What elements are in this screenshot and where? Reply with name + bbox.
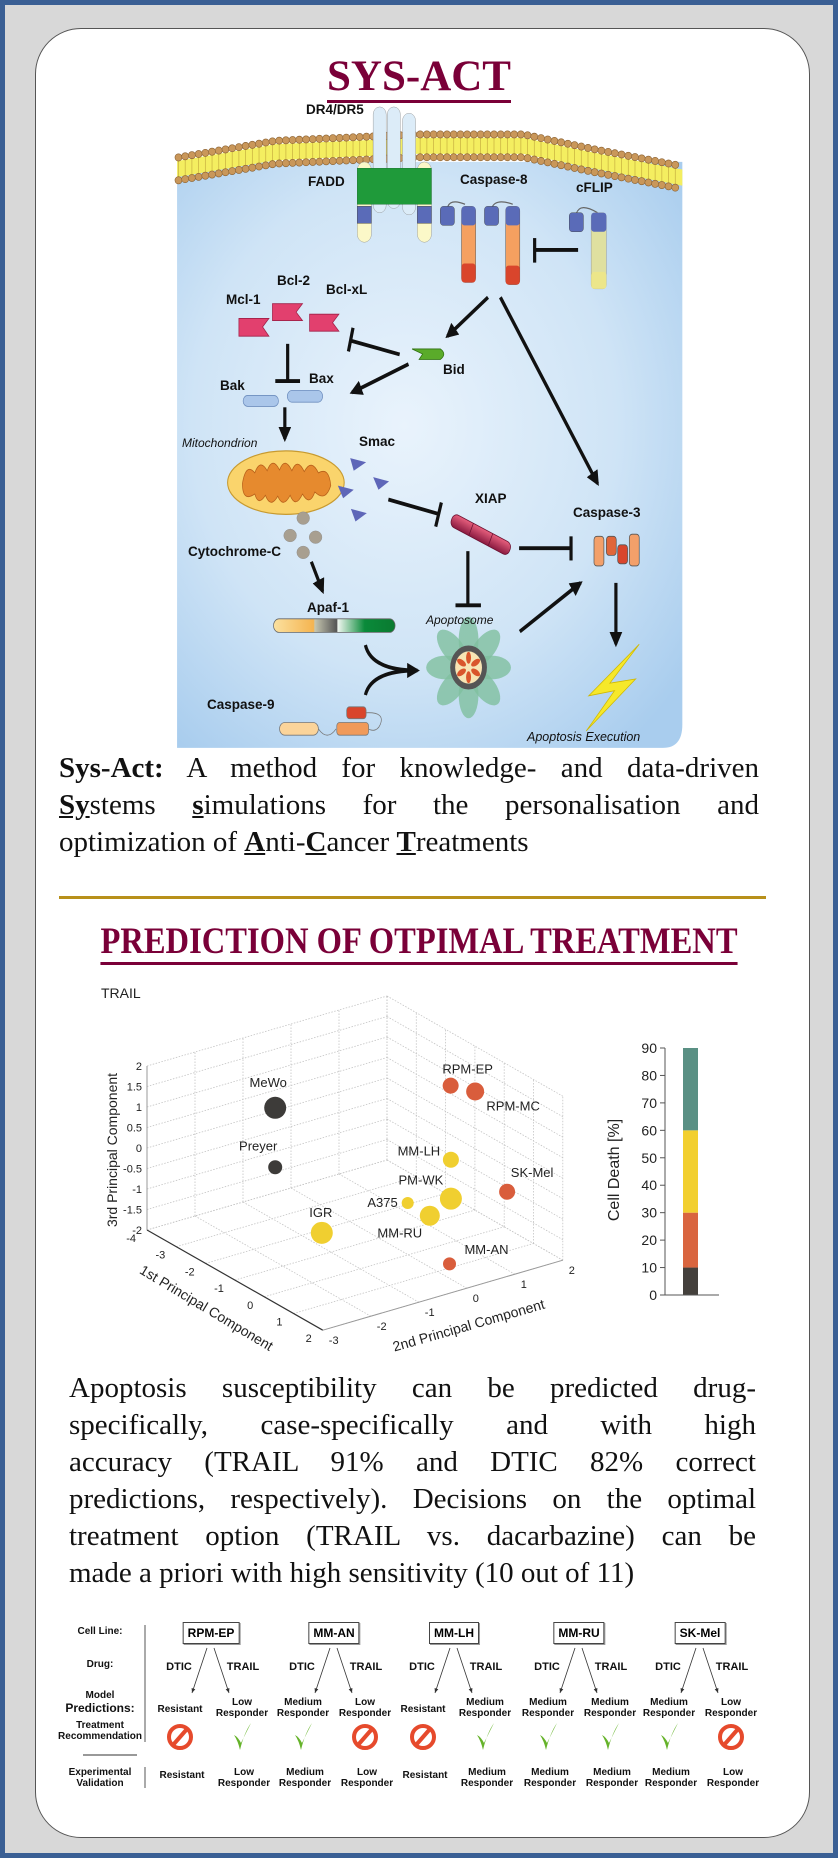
drug-label: TRAIL xyxy=(715,1661,749,1673)
experimental-result: Responder xyxy=(585,1778,639,1789)
arrowhead xyxy=(468,1688,473,1693)
cell-line-box: SK-Mel xyxy=(674,1622,726,1644)
model-prediction: Low xyxy=(721,1697,741,1708)
experimental-result: Medium xyxy=(286,1767,324,1778)
arrowhead xyxy=(434,1688,439,1693)
drug-arrow xyxy=(680,1647,697,1694)
experimental-result: Medium xyxy=(593,1767,631,1778)
drug-arrow xyxy=(314,1647,331,1694)
check-icon xyxy=(477,1723,494,1750)
row-label-cell-line: Cell Line: xyxy=(77,1626,123,1637)
experimental-result: Medium xyxy=(531,1767,569,1778)
row-label-treatment: Treatment xyxy=(76,1720,124,1731)
model-prediction: Responder xyxy=(642,1708,696,1719)
model-prediction: Responder xyxy=(215,1708,269,1719)
drug-arrow xyxy=(191,1647,208,1694)
drug-label: TRAIL xyxy=(226,1661,260,1673)
row-label-drug: Drug: xyxy=(86,1659,114,1670)
experimental-result: Responder xyxy=(706,1778,760,1789)
drug-label: TRAIL xyxy=(349,1661,383,1673)
experimental-result: Responder xyxy=(217,1778,271,1789)
model-prediction: Responder xyxy=(276,1708,330,1719)
experimental-result: Low xyxy=(723,1767,743,1778)
row-label-recommendation: Recommendation xyxy=(58,1731,142,1742)
model-prediction: Responder xyxy=(583,1708,637,1719)
cell-line-box: MM-AN xyxy=(308,1622,360,1644)
drug-label: TRAIL xyxy=(594,1661,628,1673)
model-prediction: Medium xyxy=(466,1697,504,1708)
model-prediction: Responder xyxy=(704,1708,758,1719)
row-label-model: Model xyxy=(85,1690,115,1701)
model-prediction: Responder xyxy=(458,1708,512,1719)
model-prediction: Medium xyxy=(284,1697,322,1708)
check-icon xyxy=(234,1723,251,1750)
check-icon xyxy=(602,1723,619,1750)
drug-arrow xyxy=(559,1647,576,1694)
arrowhead xyxy=(348,1688,353,1693)
cell-line-box: MM-RU xyxy=(553,1622,605,1644)
arrowhead xyxy=(559,1688,564,1693)
cell-line-box: MM-LH xyxy=(429,1622,479,1644)
row-label-experimental: Experimental xyxy=(68,1767,132,1778)
experimental-result: Medium xyxy=(468,1767,506,1778)
cell-line-box: RPM-EP xyxy=(182,1622,240,1644)
model-prediction: Resistant xyxy=(400,1704,446,1715)
drug-label: TRAIL xyxy=(469,1661,503,1673)
model-prediction: Resistant xyxy=(157,1704,203,1715)
experimental-result: Responder xyxy=(340,1778,394,1789)
model-prediction: Low xyxy=(355,1697,375,1708)
arrowhead xyxy=(314,1688,319,1693)
arrowhead xyxy=(225,1688,230,1693)
experimental-result: Resistant xyxy=(402,1770,448,1781)
prohibited-icon xyxy=(167,1724,193,1750)
experimental-result: Responder xyxy=(644,1778,698,1789)
drug-label: DTIC xyxy=(655,1661,681,1673)
check-icon xyxy=(661,1723,678,1750)
model-prediction: Medium xyxy=(591,1697,629,1708)
diagram-lines xyxy=(83,1625,744,1788)
arrowhead xyxy=(191,1688,196,1693)
arrowhead xyxy=(593,1688,598,1693)
model-prediction: Responder xyxy=(521,1708,575,1719)
row-label-validation: Validation xyxy=(76,1778,124,1789)
experimental-result: Responder xyxy=(523,1778,577,1789)
drug-label: DTIC xyxy=(534,1661,560,1673)
arrowhead xyxy=(680,1688,685,1693)
drug-arrow xyxy=(434,1647,451,1694)
validation-diagram: Cell Line: Drug: Model Predictions: Treatmen… xyxy=(0,0,838,1858)
experimental-result: Low xyxy=(357,1767,377,1778)
prohibited-icon xyxy=(410,1724,436,1750)
experimental-result: Responder xyxy=(460,1778,514,1789)
experimental-result: Medium xyxy=(652,1767,690,1778)
prohibited-icon xyxy=(352,1724,378,1750)
drug-label: DTIC xyxy=(409,1661,435,1673)
check-icon xyxy=(540,1723,557,1750)
row-label-predictions: Predictions: xyxy=(65,1701,135,1715)
drug-label: DTIC xyxy=(289,1661,315,1673)
model-prediction: Responder xyxy=(338,1708,392,1719)
experimental-result: Low xyxy=(234,1767,254,1778)
model-prediction: Medium xyxy=(650,1697,688,1708)
check-icon xyxy=(295,1723,312,1750)
model-prediction: Medium xyxy=(529,1697,567,1708)
model-prediction: Low xyxy=(232,1697,252,1708)
arrowhead xyxy=(714,1688,719,1693)
drug-label: DTIC xyxy=(166,1661,192,1673)
experimental-result: Responder xyxy=(278,1778,332,1789)
prohibited-icon xyxy=(718,1724,744,1750)
experimental-result: Resistant xyxy=(159,1770,205,1781)
